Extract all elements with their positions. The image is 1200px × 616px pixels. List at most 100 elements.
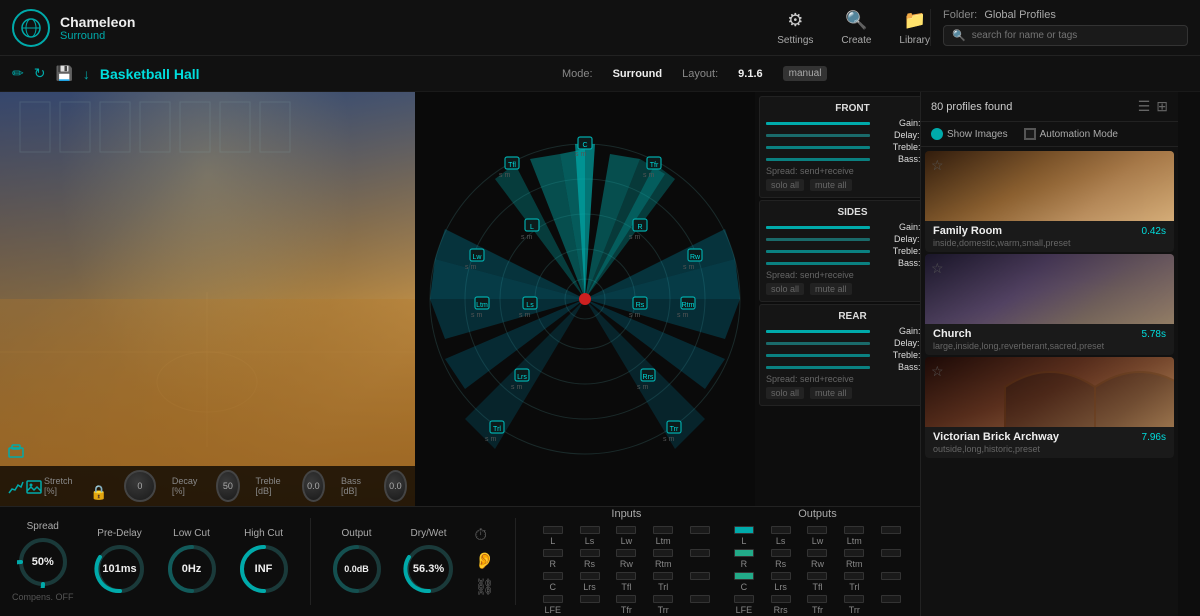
svg-text:s m: s m <box>485 436 496 443</box>
profile-info-church: Church 5.78s large,inside,long,reverbera… <box>925 324 1174 355</box>
automation-mode-checkbox[interactable] <box>1024 128 1036 140</box>
svg-text:R: R <box>637 224 642 231</box>
svg-text:Rw: Rw <box>690 254 701 261</box>
show-images-option[interactable]: Show Images <box>931 128 1008 140</box>
download-icon[interactable]: ↓ <box>83 66 90 82</box>
sides-solo-all[interactable]: solo all <box>766 283 804 295</box>
room-image-area: Stretch [%] 🔒 0 Decay [%] 50 <box>0 92 415 506</box>
highcut-control: High Cut INF <box>238 528 290 595</box>
predelay-knob[interactable]: 101ms <box>94 543 146 595</box>
front-title: FRONT <box>766 103 920 114</box>
profile-info-family-room: Family Room 0.42s inside,domestic,warm,s… <box>925 221 1174 252</box>
show-images-radio[interactable] <box>931 128 943 140</box>
profile-time-family-room: 0.42s <box>1142 226 1166 237</box>
profile-card-church[interactable]: ☆ Church 5.78s large,inside,long,reverbe… <box>925 254 1174 355</box>
input-Trl: Trl <box>646 572 680 592</box>
util-icons: ⏱ 👂 ⛓ <box>475 527 495 597</box>
settings-icon: ⚙ <box>787 10 803 31</box>
svg-text:s m: s m <box>519 312 530 319</box>
rear-spread: Spread: send+receive <box>766 374 920 384</box>
link-icon[interactable]: ⛓ <box>475 577 495 597</box>
app-subtitle: Surround <box>60 30 135 42</box>
spread-knob[interactable]: 50% <box>17 536 69 588</box>
profile-name-victorian: Victorian Brick Archway <box>933 431 1059 443</box>
lowcut-knob[interactable]: 0Hz <box>166 543 218 595</box>
front-solo-all[interactable]: solo all <box>766 179 804 191</box>
param-group-bass: Bass [dB] <box>341 476 368 496</box>
drywet-control: Dry/Wet 56.3% <box>403 528 455 595</box>
output-empty4 <box>874 595 908 615</box>
manual-badge: manual <box>783 66 828 81</box>
list-view-icon[interactable]: ☰ <box>1138 98 1151 115</box>
search-box[interactable]: 🔍 <box>943 25 1188 46</box>
input-Tfl: Tfl <box>609 572 643 592</box>
clock-icon[interactable]: ⏱ <box>475 527 495 545</box>
highcut-knob[interactable]: INF <box>238 543 290 595</box>
profile-card-family-room[interactable]: ☆ Family Room 0.42s inside,domestic,warm… <box>925 151 1174 252</box>
rear-mute-all[interactable]: mute all <box>810 387 852 399</box>
svg-text:s m: s m <box>471 312 482 319</box>
mode-value[interactable]: Surround <box>613 68 663 80</box>
input-C: C <box>536 572 570 592</box>
front-mute-all[interactable]: mute all <box>810 179 852 191</box>
surround-svg: C s m Tfl s m Tfr s m L s m <box>415 129 755 469</box>
grid-view-icon[interactable]: ⊞ <box>1156 98 1168 115</box>
stretch-knob[interactable]: 0 <box>124 470 156 502</box>
image-icon <box>26 479 42 495</box>
param-group-stretch-val[interactable]: 0 <box>124 470 156 502</box>
output-empty3 <box>874 572 908 592</box>
svg-text:Rtm: Rtm <box>682 302 695 309</box>
decay-knob[interactable]: 50 <box>216 470 239 502</box>
settings-button[interactable]: ⚙ Settings <box>777 10 813 46</box>
output-knob[interactable]: 0.0dB <box>331 543 383 595</box>
profile-card-victorian[interactable]: ☆ Victorian Brick Archway 7.96s outside,… <box>925 357 1174 458</box>
layout-value[interactable]: 9.1.6 <box>738 68 762 80</box>
output-Tfl: Tfl <box>801 572 835 592</box>
refresh-icon[interactable]: ↻ <box>34 65 46 82</box>
treble-knob[interactable]: 0.0 <box>302 470 325 502</box>
right-profiles-panel: 80 profiles found ☰ ⊞ Show Images Automa… <box>920 92 1178 616</box>
pencil-icon[interactable]: ✏ <box>12 65 24 82</box>
ear-icon[interactable]: 👂 <box>475 551 495 571</box>
rear-solo-all[interactable]: solo all <box>766 387 804 399</box>
svg-text:Rrs: Rrs <box>643 374 654 381</box>
create-button[interactable]: 🔍 Create <box>841 10 871 46</box>
search-input[interactable] <box>972 30 1152 41</box>
input-empty1 <box>683 526 717 546</box>
drywet-knob[interactable]: 56.3% <box>403 543 455 595</box>
svg-text:s m: s m <box>521 234 532 241</box>
input-Ltm: Ltm <box>646 526 680 546</box>
star-icon-church[interactable]: ☆ <box>931 260 944 277</box>
save-icon[interactable]: 💾 <box>55 65 72 82</box>
sides-mute-all[interactable]: mute all <box>810 283 852 295</box>
inputs-grid: L Ls Lw Ltm R Rs Rw Rtm C Lrs Tfl Trl <box>536 526 717 615</box>
input-Rtm: Rtm <box>646 549 680 569</box>
logo-icon <box>12 9 50 47</box>
toolbar-left: ✏ ↻ 💾 ↓ Basketball Hall <box>12 65 562 82</box>
lock-icon[interactable]: 🔒 <box>90 484 107 501</box>
top-navigation: Chameleon Surround ⚙ Settings 🔍 Create 📁… <box>0 0 1200 56</box>
library-button[interactable]: 📁 Library <box>899 10 930 46</box>
room-image <box>0 92 415 506</box>
sides-title: SIDES <box>766 207 920 218</box>
automation-mode-option[interactable]: Automation Mode <box>1024 128 1118 140</box>
profile-time-church: 5.78s <box>1142 329 1166 340</box>
svg-text:s m: s m <box>629 312 640 319</box>
input-Rs: Rs <box>573 549 607 569</box>
profile-time-victorian: 7.96s <box>1142 432 1166 443</box>
library-icon: 📁 <box>904 10 926 31</box>
svg-text:s m: s m <box>683 264 694 271</box>
view-icons: ☰ ⊞ <box>1138 98 1168 115</box>
svg-text:Ltm: Ltm <box>476 302 488 309</box>
star-icon-victorian[interactable]: ☆ <box>931 363 944 380</box>
svg-text:s m: s m <box>629 234 640 241</box>
main-area: Stretch [%] 🔒 0 Decay [%] 50 <box>0 92 1200 616</box>
profiles-count: 80 profiles found <box>931 101 1012 113</box>
star-icon-family[interactable]: ☆ <box>931 157 944 174</box>
svg-text:s m: s m <box>677 312 688 319</box>
bass-knob[interactable]: 0.0 <box>384 470 407 502</box>
front-spread: Spread: send+receive <box>766 166 920 176</box>
output-Rrs: Rrs <box>764 595 798 615</box>
output-Tfr: Tfr <box>801 595 835 615</box>
create-icon: 🔍 <box>845 10 867 31</box>
